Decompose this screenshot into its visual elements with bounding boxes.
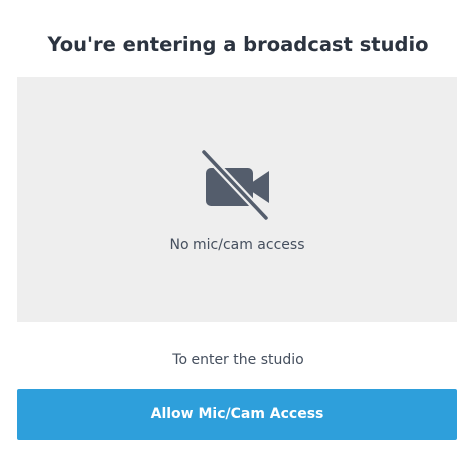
- camera-preview: No mic/cam access: [17, 77, 457, 322]
- dialog-title: You're entering a broadcast studio: [47, 33, 429, 56]
- camera-off-icon: [201, 150, 270, 220]
- instructions-text: To enter the studio: [172, 352, 304, 368]
- allow-mic-cam-button[interactable]: Allow Mic/Cam Access: [17, 389, 457, 440]
- no-access-message: No mic/cam access: [169, 237, 305, 253]
- studio-entry-dialog: You're entering a broadcast studio No mi…: [0, 0, 476, 469]
